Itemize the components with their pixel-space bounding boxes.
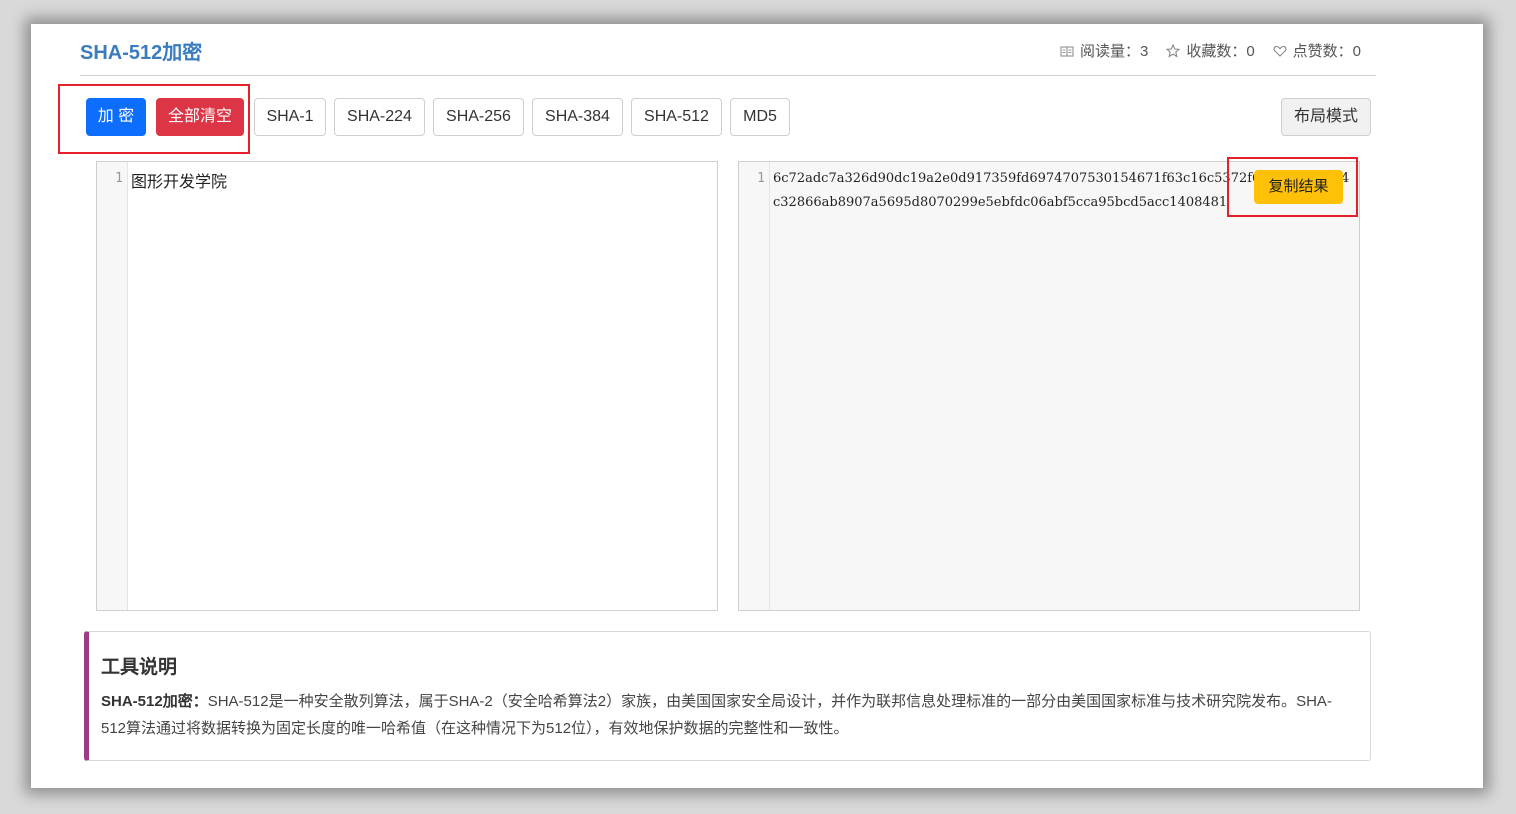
like-count-label: 点赞数：0 <box>1292 43 1361 60</box>
description-text: SHA-512加密：SHA-512是一种安全散列算法，属于SHA-2（安全哈希算… <box>101 688 1354 742</box>
encrypt-button[interactable]: 加 密 <box>86 98 146 136</box>
algo-button-sha256[interactable]: SHA-256 <box>433 98 524 136</box>
output-editor-gutter: 1 <box>739 162 770 610</box>
read-count-label: 阅读量：3 <box>1079 43 1149 60</box>
favorite-count-label: 收藏数：0 <box>1186 43 1255 60</box>
read-count: 阅读量：3 <box>1060 40 1148 61</box>
tool-card: SHA-512加密 阅读量：3 收藏数：0 点赞数：0 加 密 全部清空 SHA… <box>31 24 1483 788</box>
input-text[interactable]: 图形开发学院 <box>131 168 711 192</box>
copy-result-button[interactable]: 复制结果 <box>1254 170 1343 204</box>
like-count[interactable]: 点赞数：0 <box>1273 40 1361 61</box>
description-term: SHA-512加密： <box>101 693 208 710</box>
algo-button-sha384[interactable]: SHA-384 <box>532 98 623 136</box>
book-icon <box>1060 45 1074 57</box>
line-number: 1 <box>115 171 123 186</box>
line-number: 1 <box>757 171 765 186</box>
stats-bar: 阅读量：3 收藏数：0 点赞数：0 <box>1060 40 1361 61</box>
star-icon <box>1166 43 1181 58</box>
heart-icon <box>1273 45 1287 57</box>
input-editor-gutter: 1 <box>97 162 128 610</box>
favorite-count[interactable]: 收藏数：0 <box>1166 40 1255 61</box>
algo-button-sha1[interactable]: SHA-1 <box>254 98 326 136</box>
input-editor[interactable]: 1 图形开发学院 <box>96 161 718 611</box>
description-body: SHA-512是一种安全散列算法，属于SHA-2（安全哈希算法2）家族，由美国国… <box>101 693 1332 737</box>
tool-description: 工具说明 SHA-512加密：SHA-512是一种安全散列算法，属于SHA-2（… <box>84 631 1371 761</box>
output-editor[interactable]: 1 6c72adc7a326d90dc19a2e0d917359fd697470… <box>738 161 1360 611</box>
layout-mode-button[interactable]: 布局模式 <box>1281 98 1371 136</box>
clear-all-button[interactable]: 全部清空 <box>156 98 244 136</box>
algo-button-sha512[interactable]: SHA-512 <box>631 98 722 136</box>
page-title: SHA-512加密 <box>80 42 203 64</box>
algo-button-sha224[interactable]: SHA-224 <box>334 98 425 136</box>
description-heading: 工具说明 <box>101 657 178 678</box>
header-divider <box>80 75 1376 76</box>
algo-button-md5[interactable]: MD5 <box>730 98 790 136</box>
